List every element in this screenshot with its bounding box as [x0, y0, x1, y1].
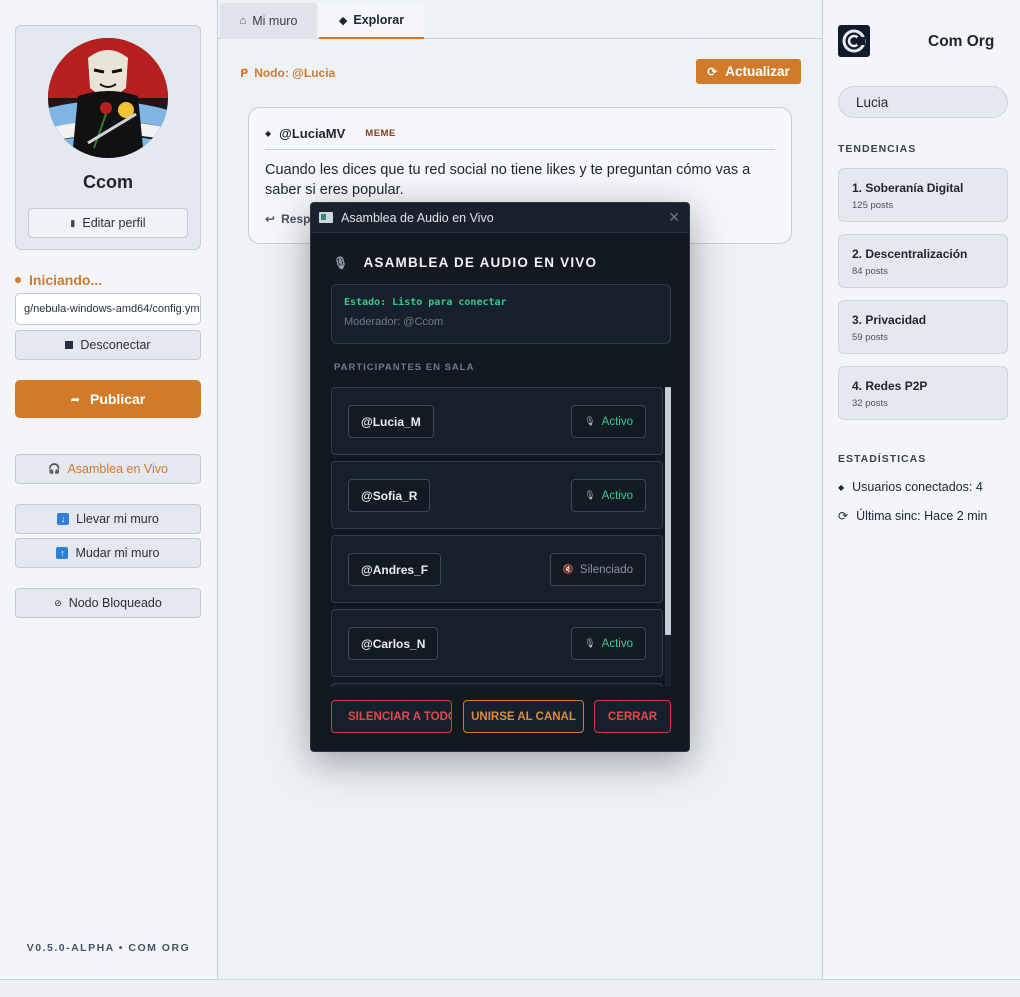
participant-row: @Carlos_N 🎙 Activo [331, 609, 663, 677]
diamond-icon: ◆ [338, 14, 348, 27]
disconnect-button[interactable]: Desconectar [15, 330, 201, 360]
arrow-down-icon: ↓ [57, 513, 70, 525]
right-sidebar: Com Org Lucia TENDENCIAS 1. Soberanía Di… [822, 0, 1020, 979]
connection-state: Estado: Listo para conectar [344, 297, 507, 308]
send-icon: ➦ [70, 393, 80, 406]
trend-item[interactable]: 1. Soberanía Digital 125 posts [838, 168, 1008, 222]
window-icon [319, 212, 333, 223]
audio-assembly-modal: Asamblea de Audio en Vivo ✕ 🎙 ASAMBLEA D… [310, 202, 690, 752]
moderator-label: Moderador: @Ccom [344, 316, 444, 328]
version-label: V0.5.0-ALPHA • COM ORG [26, 942, 191, 954]
scrollbar[interactable] [665, 387, 671, 687]
post-header: ◆ @LuciaMV MEME [265, 126, 396, 141]
participant-status[interactable]: 🔇 Silenciado [549, 553, 646, 586]
connection-status: Iniciando... [15, 272, 102, 288]
trend-item[interactable]: 2. Descentralización 84 posts [838, 234, 1008, 288]
diamond-icon: ◆ [265, 129, 272, 138]
stat-last-sync: ⟳ Última sinc: Hace 2 min [838, 509, 988, 523]
post-author[interactable]: @LuciaMV [279, 126, 345, 141]
trend-item[interactable]: 4. Redes P2P 32 posts [838, 366, 1008, 420]
tab-bar: ⌂ Mi muro ◆ Explorar [218, 0, 822, 39]
avatar [48, 38, 168, 158]
profile-name: Ccom [82, 172, 133, 192]
diamond-icon: ◆ [838, 482, 845, 492]
microphone-icon: 🎙 [584, 490, 596, 500]
microphone-icon: 🎙 [333, 255, 350, 270]
participant-name[interactable]: @Lucia_M [348, 405, 434, 438]
participants-list[interactable]: @Lucia_M 🎙 Activo @Sofia_R 🎙 Activo @And… [331, 387, 671, 687]
participant-status[interactable]: 🎙 Activo [571, 479, 646, 512]
logo-icon [838, 25, 870, 57]
close-button[interactable]: CERRAR [594, 700, 671, 733]
home-icon: ⌂ [239, 15, 247, 27]
node-label: ᑭ Nodo: @Lucia [240, 66, 336, 80]
post-tag: MEME [365, 128, 396, 139]
edit-profile-button[interactable]: ▮ Editar perfil [28, 208, 188, 238]
participant-status[interactable]: 🎙 Activo [571, 405, 646, 438]
stats-title: ESTADÍSTICAS [838, 453, 927, 465]
stop-icon [65, 341, 74, 349]
microphone-icon: 🎙 [584, 638, 596, 648]
participants-title: PARTICIPANTES EN SALA [334, 362, 475, 373]
sync-icon: ⟳ [838, 509, 849, 523]
tab-my-wall[interactable]: ⌂ Mi muro [220, 3, 317, 39]
search-input[interactable]: Lucia [838, 86, 1008, 118]
profile-card: Ccom ▮ Editar perfil [15, 25, 201, 250]
join-channel-button[interactable]: UNIRSE AL CANAL [463, 700, 584, 733]
blocked-icon: ⊘ [54, 597, 62, 608]
move-wall-button[interactable]: ↑ Mudar mi muro [15, 538, 201, 568]
take-wall-button[interactable]: ↓ Llevar mi muro [15, 504, 201, 534]
publish-button[interactable]: ➦ Publicar [15, 380, 201, 418]
window-bottom-edge [0, 979, 1020, 997]
scrollbar-thumb[interactable] [665, 387, 671, 635]
muted-icon: 🔇 [562, 564, 574, 574]
refresh-button[interactable]: ⟳ Actualizar [696, 59, 801, 84]
modal-titlebar[interactable]: Asamblea de Audio en Vivo ✕ [311, 203, 689, 233]
participant-row: @Lucia_M 🎙 Activo [331, 387, 663, 455]
brand-name: Com Org [928, 33, 995, 50]
config-path-input[interactable]: g/nebula-windows-amd64/config.yml [15, 293, 201, 325]
stat-connected-users: ◆ Usuarios conectados: 4 [838, 480, 983, 494]
status-dot-icon [15, 277, 21, 283]
status-panel: Estado: Listo para conectar Moderador: @… [331, 284, 671, 344]
reply-icon: ↩ [265, 212, 276, 226]
microphone-icon: 🎙 [584, 416, 596, 426]
participant-row [331, 683, 663, 687]
participant-row: @Andres_F 🔇 Silenciado [331, 535, 663, 603]
arrow-up-icon: ↑ [56, 547, 69, 559]
participant-name[interactable]: @Carlos_N [348, 627, 439, 660]
modal-heading: 🎙 ASAMBLEA DE AUDIO EN VIVO [333, 255, 598, 270]
trend-item[interactable]: 3. Privacidad 59 posts [838, 300, 1008, 354]
close-icon[interactable]: ✕ [668, 209, 680, 226]
live-assembly-button[interactable]: 🎧 Asamblea en Vivo [15, 454, 201, 484]
participant-name[interactable]: @Andres_F [348, 553, 442, 586]
participant-name[interactable]: @Sofia_R [348, 479, 431, 512]
modal-window-title: Asamblea de Audio en Vivo [341, 210, 494, 225]
trends-title: TENDENCIAS [838, 143, 917, 155]
pencil-icon: ▮ [70, 217, 76, 228]
tab-explore[interactable]: ◆ Explorar [319, 3, 424, 39]
divider [265, 149, 775, 150]
refresh-icon: ⟳ [707, 64, 718, 79]
blocked-node-button[interactable]: ⊘ Nodo Bloqueado [15, 588, 201, 618]
participant-status[interactable]: 🎙 Activo [571, 627, 646, 660]
post-body: Cuando les dices que tu red social no ti… [265, 162, 751, 198]
participant-row: @Sofia_R 🎙 Activo [331, 461, 663, 529]
mute-all-button[interactable]: SILENCIAR A TODOS [331, 700, 452, 733]
left-sidebar: Ccom ▮ Editar perfil Iniciando... g/nebu… [0, 0, 218, 979]
headphones-icon: 🎧 [48, 463, 61, 475]
node-pin-icon: ᑭ [240, 67, 249, 80]
